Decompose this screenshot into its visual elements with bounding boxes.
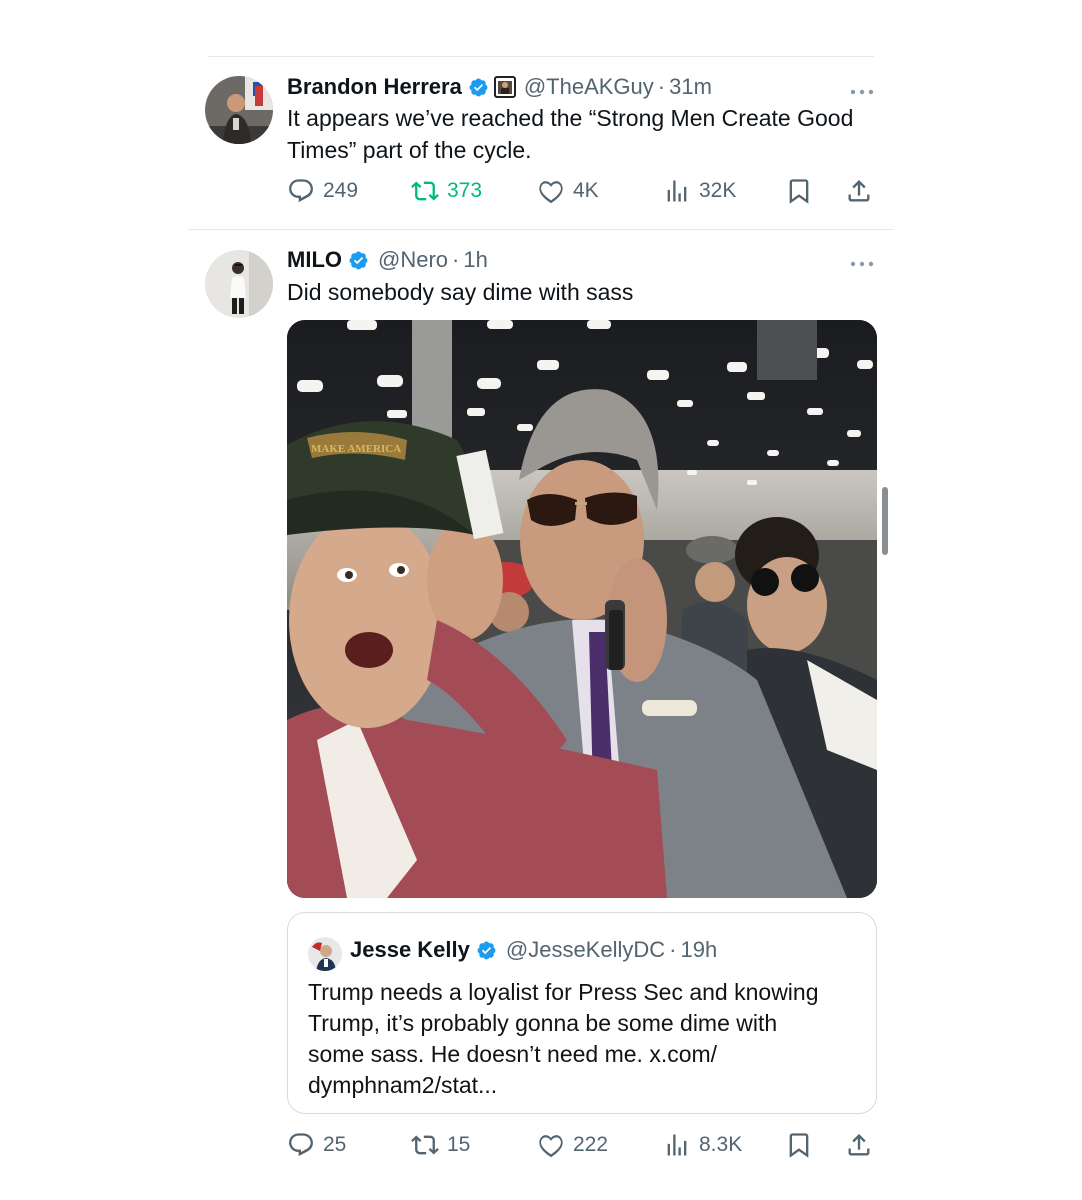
like-icon xyxy=(539,1135,563,1158)
bookmark-icon xyxy=(789,179,809,204)
quoted-text-line[interactable]: dymphnam2/stat... xyxy=(308,1070,868,1101)
tweet-text: Did somebody say dime with sass xyxy=(287,279,634,305)
share-icon xyxy=(848,1134,870,1156)
reply-button[interactable]: 249 xyxy=(287,174,358,208)
share-icon xyxy=(848,180,870,202)
tweet-header: Brandon Herrera @TheAKGuy · 31m xyxy=(287,74,712,100)
like-icon xyxy=(539,181,563,204)
view-count: 8.3K xyxy=(699,1133,743,1156)
timestamp[interactable]: 19h xyxy=(680,937,717,963)
reply-count: 25 xyxy=(323,1133,347,1156)
verified-icon xyxy=(468,77,489,98)
quoted-tweet-header: Jesse Kelly @JesseKellyDC · 19h xyxy=(350,937,717,963)
tweet-text: It appears we’ve reached the “Strong Men… xyxy=(287,102,887,166)
quoted-tweet-text: Trump needs a loyalist for Press Sec and… xyxy=(308,977,868,1101)
author-handle[interactable]: @JesseKellyDC xyxy=(506,937,665,963)
reply-count: 249 xyxy=(323,179,359,202)
tweet-header: MILO @Nero · 1h xyxy=(287,247,488,273)
views-button[interactable]: 8.3K xyxy=(663,1128,742,1162)
more-icon[interactable] xyxy=(848,256,876,267)
quoted-tweet[interactable]: Jesse Kelly @JesseKellyDC · 19h Trump ne… xyxy=(287,912,877,1114)
tweet-text-line: Times” part of the cycle. xyxy=(287,137,532,163)
avatar[interactable] xyxy=(205,76,273,144)
avatar[interactable] xyxy=(308,937,342,971)
separator: · xyxy=(657,74,666,99)
retweet-button[interactable]: 15 xyxy=(411,1128,470,1162)
separator: · xyxy=(452,247,460,272)
retweet-count: 373 xyxy=(447,179,483,202)
verified-icon xyxy=(348,250,369,271)
like-count: 222 xyxy=(573,1133,609,1156)
bookmark-icon xyxy=(789,1133,809,1158)
avatar[interactable] xyxy=(205,250,273,318)
separator: · xyxy=(669,937,677,962)
action-bar: 249 373 4K 32K xyxy=(287,174,877,208)
retweet-icon xyxy=(411,1135,439,1155)
more-icon[interactable] xyxy=(848,84,876,95)
view-count: 32K xyxy=(699,179,737,202)
views-icon xyxy=(667,180,687,202)
tweet-photo[interactable]: MAKE AMERICA xyxy=(287,320,877,898)
views-button[interactable]: 32K xyxy=(663,174,736,208)
quoted-text-line: Trump, it’s probably gonna be some dime … xyxy=(308,1010,778,1036)
views-icon xyxy=(667,1134,687,1156)
author-name[interactable]: Brandon Herrera xyxy=(287,74,462,100)
quoted-text-line: Trump needs a loyalist for Press Sec and… xyxy=(308,979,819,1005)
quoted-text-line: some sass. He doesn’t need me. x.com/ xyxy=(308,1041,718,1067)
author-handle[interactable]: @Nero xyxy=(378,247,448,273)
author-name[interactable]: MILO xyxy=(287,247,342,273)
reply-icon xyxy=(289,1133,313,1157)
scrollbar[interactable] xyxy=(882,487,888,555)
cap-text: MAKE AMERICA xyxy=(311,443,401,455)
like-button[interactable]: 4K xyxy=(537,174,599,208)
reply-icon xyxy=(289,179,313,203)
timestamp[interactable]: 31m xyxy=(669,74,712,100)
action-bar: 25 15 222 8.3K xyxy=(287,1128,877,1162)
verified-icon xyxy=(476,940,497,961)
bookmark-button[interactable] xyxy=(785,174,813,208)
retweet-button[interactable]: 373 xyxy=(411,174,482,208)
author-handle[interactable]: @TheAKGuy xyxy=(524,74,654,100)
share-button[interactable] xyxy=(845,174,873,208)
author-name[interactable]: Jesse Kelly xyxy=(350,937,470,963)
retweet-count: 15 xyxy=(447,1133,471,1156)
bookmark-button[interactable] xyxy=(785,1128,813,1162)
top-divider xyxy=(208,56,874,57)
like-count: 4K xyxy=(573,179,599,202)
timestamp[interactable]: 1h xyxy=(463,247,487,273)
affiliate-badge-icon[interactable] xyxy=(493,76,516,98)
share-button[interactable] xyxy=(845,1128,873,1162)
reply-button[interactable]: 25 xyxy=(287,1128,346,1162)
tweet-text-line: It appears we’ve reached the “Strong Men… xyxy=(287,105,854,131)
tweet-divider xyxy=(188,229,894,230)
retweet-icon xyxy=(411,181,439,201)
like-button[interactable]: 222 xyxy=(537,1128,608,1162)
